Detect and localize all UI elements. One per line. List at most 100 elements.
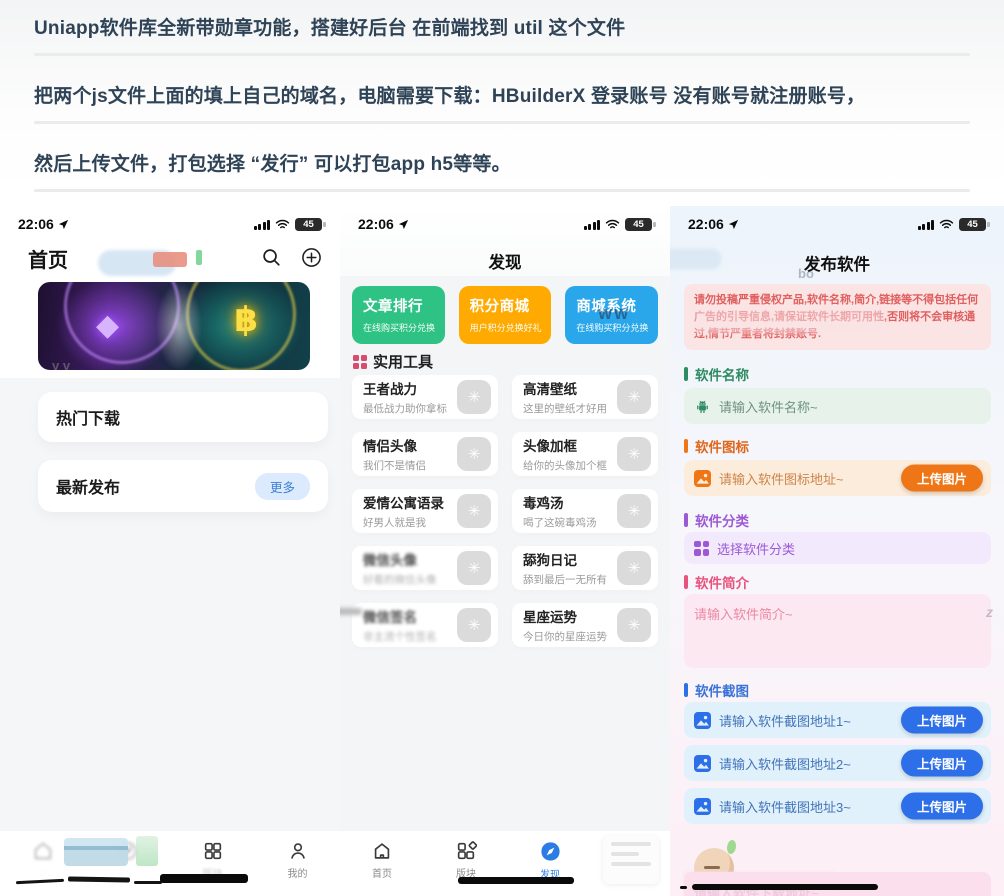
wifi-icon xyxy=(939,219,954,230)
tab-blocks[interactable]: 版块 xyxy=(435,840,497,880)
tab-discover-active[interactable]: 发现 xyxy=(519,840,581,881)
screenshot-url-input-3[interactable]: 请输入软件截图地址3~ 上传图片 xyxy=(684,788,991,824)
more-button[interactable]: 更多 xyxy=(255,473,310,500)
tool-item[interactable]: 爱情公寓语录 好男人就是我 ✳ xyxy=(352,489,498,533)
home-icon xyxy=(32,840,54,862)
label-bar xyxy=(684,439,688,453)
document-header: Uniapp软件库全新带勋章功能，搭建好后台 在前端找到 util 这个文件 把… xyxy=(0,0,1004,192)
icon-placeholder: 请输入软件图标地址~ xyxy=(719,469,844,488)
home-indicator xyxy=(692,884,878,890)
upload-screenshot-button-3[interactable]: 上传图片 xyxy=(901,793,983,820)
promo-title: 商城系统 xyxy=(576,295,658,316)
upload-screenshot-button-1[interactable]: 上传图片 xyxy=(901,707,983,734)
battery-icon: 45 xyxy=(959,218,986,231)
home-indicator xyxy=(160,874,248,883)
tab-obscured-1[interactable]: · · xyxy=(12,840,74,876)
screenshot-url-input-1[interactable]: 请输入软件截图地址1~ 上传图片 xyxy=(684,702,991,738)
name-input[interactable]: 请输入软件名称~ xyxy=(684,388,991,424)
loading-icon: ✳ xyxy=(457,380,491,414)
status-bar: 22:06 45 xyxy=(340,214,670,234)
tool-item[interactable]: 王者战力 最低战力助你拿标 ✳ xyxy=(352,375,498,419)
location-arrow-icon xyxy=(398,219,409,230)
category-value: 选择软件分类 xyxy=(717,539,795,558)
divider xyxy=(34,121,970,124)
tab-obscured-2[interactable]: · · xyxy=(97,840,159,876)
location-arrow-icon xyxy=(728,219,739,230)
tool-item[interactable]: 情侣头像 我们不是情侣 ✳ xyxy=(352,432,498,476)
status-bar: 22:06 45 xyxy=(0,214,340,234)
promo-title: 积分商城 xyxy=(470,295,552,316)
image-icon xyxy=(694,712,711,729)
promo-title: 文章排行 xyxy=(363,295,445,316)
baby-face-part xyxy=(704,866,720,869)
field-label-category: 软件分类 xyxy=(684,510,749,530)
loading-icon: ✳ xyxy=(617,380,651,414)
intro-placeholder: 请输入软件简介~ xyxy=(694,604,793,623)
signal-icon xyxy=(918,219,935,230)
hot-downloads-card: 热门下载 xyxy=(38,392,328,442)
warning-notice: 请勿投稿严重侵权产品,软件名称,简介,链接等不得包括任何广告的引导信息,请保证软… xyxy=(684,284,991,350)
status-bar: 22:06 45 xyxy=(670,214,1004,234)
promo-card-points-mall[interactable]: 积分商城 用户积分兑换好礼 xyxy=(459,286,552,344)
promo-subtitle: 在线购买积分兑换 xyxy=(363,321,445,334)
field-label-icon: 软件图标 xyxy=(684,436,749,456)
upload-screenshot-button-2[interactable]: 上传图片 xyxy=(901,750,983,777)
section-title: 热门下载 xyxy=(56,405,120,429)
tool-item[interactable]: 舔狗日记 舔到最后一无所有 ✳ xyxy=(512,546,658,590)
phone-screenshots-row: 22:06 45 首页 xyxy=(0,206,1004,896)
tool-item[interactable]: 星座运势 今日你的星座运势 ✳ xyxy=(512,603,658,647)
name-placeholder: 请输入软件名称~ xyxy=(719,397,818,416)
tool-item[interactable]: 高清壁纸 这里的壁纸才好用 ✳ xyxy=(512,375,658,419)
home-indicator xyxy=(458,877,574,884)
loading-icon: ✳ xyxy=(617,437,651,471)
signal-icon xyxy=(254,219,271,230)
white-photo-sticker xyxy=(603,836,659,884)
tab-home[interactable]: 首页 xyxy=(351,840,413,880)
loading-icon: ✳ xyxy=(617,551,651,585)
home-header: 首页 xyxy=(0,244,340,274)
add-icon[interactable] xyxy=(301,247,322,268)
field-label-intro: 软件简介 xyxy=(684,572,749,592)
tools-grid: 王者战力 最低战力助你拿标 ✳ 高清壁纸 这里的壁纸才好用 ✳ 情侣头像 我们不… xyxy=(352,375,658,647)
search-icon[interactable] xyxy=(261,247,282,268)
tool-item[interactable]: 微信签名 非主流个性签名 ✳ xyxy=(352,603,498,647)
ethereum-icon: ◆ xyxy=(96,308,119,343)
label-bar xyxy=(684,513,688,527)
tool-item[interactable]: 头像加框 给你的头像加个框 ✳ xyxy=(512,432,658,476)
leaf-sticker-part xyxy=(727,840,736,854)
loading-icon: ✳ xyxy=(457,551,491,585)
doc-heading-2: 把两个js文件上面的填上自己的域名，电脑需要下载：HBuilderX 登录账号 … xyxy=(34,70,970,121)
icon-url-input[interactable]: 请输入软件图标地址~ 上传图片 xyxy=(684,460,991,496)
crypto-banner[interactable]: ◆ ฿ xyxy=(38,282,310,370)
tool-item[interactable]: 毒鸡汤 喝了这碗毒鸡汤 ✳ xyxy=(512,489,658,533)
doc-heading-3: 然后上传文件，打包选择 “发行” 可以打包app h5等等。 xyxy=(34,138,970,189)
image-icon xyxy=(694,798,711,815)
category-select[interactable]: 选择软件分类 xyxy=(684,532,991,564)
tab-profile[interactable]: 我的 xyxy=(267,840,329,880)
label-bar xyxy=(684,575,688,589)
page-title: 发现 xyxy=(340,249,670,273)
loading-icon: ✳ xyxy=(617,494,651,528)
tab-label: 我的 xyxy=(288,865,308,880)
field-label-name: 软件名称 xyxy=(684,364,749,384)
divider xyxy=(34,53,970,56)
publish-screen: 22:06 45 发布软件 bo 请勿投稿严重侵权产品,软件名称,简介,链接等不… xyxy=(670,206,1004,896)
upload-icon-button[interactable]: 上传图片 xyxy=(901,465,983,492)
android-icon xyxy=(694,398,711,415)
promo-subtitle: 在线购买积分兑换 xyxy=(576,321,658,334)
promo-cards: 文章排行 在线购买积分兑换 积分商城 用户积分兑换好礼 商城系统 在线购买积分兑… xyxy=(352,286,658,344)
tool-item[interactable]: 微信头像 好看的微信头像 ✳ xyxy=(352,546,498,590)
promo-card-shop-system[interactable]: 商城系统 在线购买积分兑换 xyxy=(565,286,658,344)
doc-heading-1: Uniapp软件库全新带勋章功能，搭建好后台 在前端找到 util 这个文件 xyxy=(34,2,970,53)
home-screen: 22:06 45 首页 xyxy=(0,206,340,896)
discover-tab-bar: 首页 版块 发现 xyxy=(340,831,670,896)
blocks-icon xyxy=(455,840,477,862)
scribble-dot xyxy=(680,886,687,889)
promo-subtitle: 用户积分兑换好礼 xyxy=(470,321,552,334)
redaction-scribble xyxy=(134,881,162,884)
tools-header-label: 实用工具 xyxy=(373,351,433,372)
intro-textarea[interactable]: 请输入软件简介~ xyxy=(684,594,991,668)
promo-card-articles[interactable]: 文章排行 在线购买积分兑换 xyxy=(352,286,445,344)
screenshot-url-input-2[interactable]: 请输入软件截图地址2~ 上传图片 xyxy=(684,745,991,781)
redaction-scribble xyxy=(68,876,130,882)
